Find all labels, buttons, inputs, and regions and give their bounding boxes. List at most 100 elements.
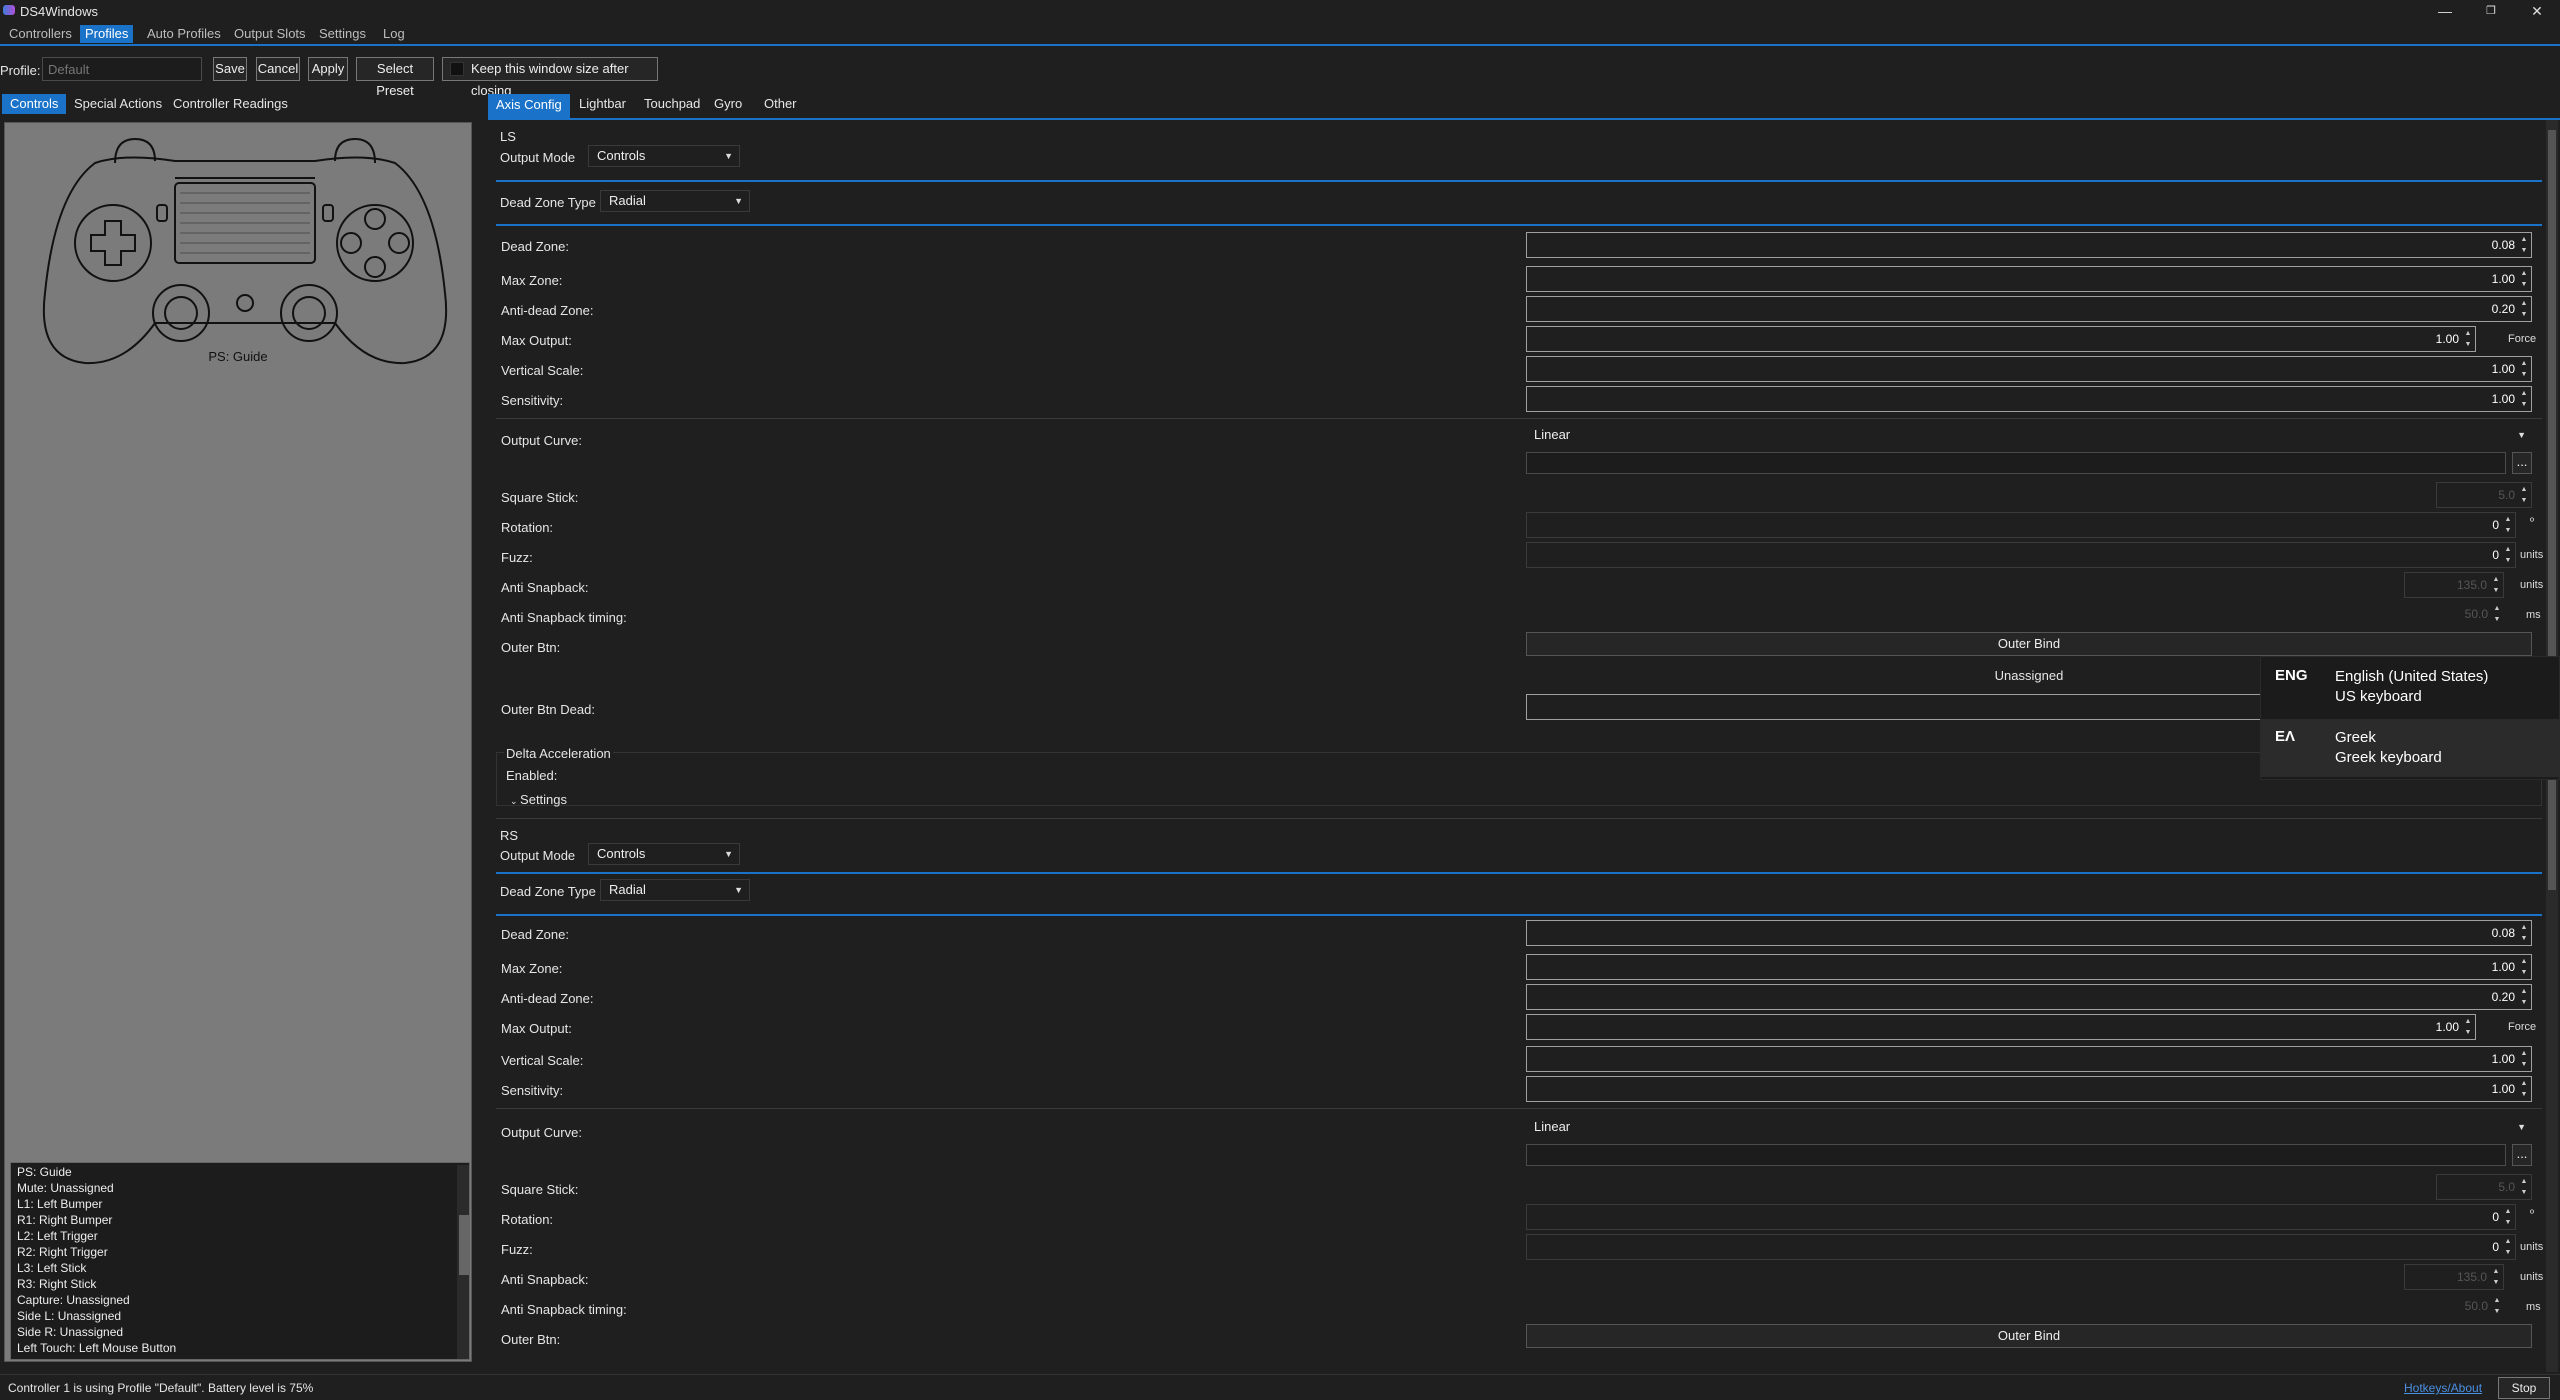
tab-special-actions[interactable]: Special Actions (66, 94, 170, 114)
spinner-icon[interactable]: ▲ ▼ (2491, 574, 2501, 596)
spinner-icon[interactable]: ▲ ▼ (2503, 1236, 2513, 1258)
spinner-icon[interactable]: ▲ ▼ (2463, 1016, 2473, 1038)
spinner-icon[interactable]: ▲ ▼ (2492, 1295, 2502, 1317)
list-item[interactable]: L2: Left Trigger (17, 1229, 98, 1243)
list-item[interactable]: Mute: Unassigned (17, 1181, 114, 1195)
list-item[interactable]: L3: Left Stick (17, 1261, 86, 1275)
restore-button[interactable]: ❐ (2468, 0, 2514, 22)
ls-fuzz-input[interactable]: 0 ▲ ▼ (1526, 542, 2516, 568)
ls-outer-bind-button[interactable]: Outer Bind (1526, 632, 2532, 656)
spinner-icon[interactable]: ▲ ▼ (2519, 1176, 2529, 1198)
ls-square-stick-input[interactable]: 5.0 ▲ ▼ (2436, 482, 2532, 508)
spinner-icon[interactable]: ▲ ▼ (2463, 328, 2473, 350)
delta-settings-expander[interactable]: ⌄ Settings (510, 792, 567, 807)
ls-vertical-scale-input[interactable]: 1.00 ▲ ▼ (1526, 356, 2532, 382)
spinner-icon[interactable]: ▲ ▼ (2491, 1266, 2501, 1288)
list-item[interactable]: R2: Right Trigger (17, 1245, 108, 1259)
spinner-icon[interactable]: ▲ ▼ (2519, 1048, 2529, 1070)
ls-output-mode-select[interactable]: Controls ▼ (588, 145, 740, 167)
ls-curve-editor-button[interactable]: ... (2512, 452, 2532, 474)
list-item[interactable]: Left Touch: Left Mouse Button (17, 1341, 176, 1355)
apply-button[interactable]: Apply (308, 57, 348, 81)
tab-lightbar[interactable]: Lightbar (571, 94, 634, 114)
list-item[interactable]: Side L: Unassigned (17, 1309, 121, 1323)
spinner-icon[interactable]: ▲ ▼ (2519, 484, 2529, 506)
spinner-icon[interactable]: ▲ ▼ (2519, 956, 2529, 978)
stop-button[interactable]: Stop (2498, 1377, 2550, 1399)
tab-controller-readings[interactable]: Controller Readings (165, 94, 296, 114)
spinner-icon[interactable]: ▲ ▼ (2503, 1206, 2513, 1228)
rs-vertical-scale-input[interactable]: 1.00 ▲ ▼ (1526, 1046, 2532, 1072)
select-preset-button[interactable]: Select Preset (356, 57, 434, 98)
ls-max-zone-input[interactable]: 1.00 ▲ ▼ (1526, 266, 2532, 292)
menu-profiles[interactable]: Profiles (80, 25, 134, 43)
tab-gyro[interactable]: Gyro (706, 94, 750, 114)
rs-curve-editor-button[interactable]: ... (2512, 1144, 2532, 1166)
keep-size-checkbox[interactable] (450, 62, 464, 76)
list-item[interactable]: PS: Guide (17, 1165, 72, 1179)
ls-custom-curve-input[interactable] (1526, 452, 2506, 474)
spinner-icon[interactable]: ▲ ▼ (2519, 986, 2529, 1008)
scrollbar-thumb[interactable] (459, 1215, 469, 1275)
spinner-icon[interactable]: ▲ ▼ (2503, 544, 2513, 566)
keep-size-toggle[interactable]: Keep this window size after closing (442, 57, 658, 98)
ls-dead-zone-type-select[interactable]: Radial ▼ (600, 190, 750, 212)
rs-output-mode-select[interactable]: Controls ▼ (588, 843, 740, 865)
list-item[interactable]: Capture: Unassigned (17, 1293, 130, 1307)
list-item[interactable]: L1: Left Bumper (17, 1197, 102, 1211)
rs-anti-snapback-input[interactable]: 135.0 ▲ ▼ (2404, 1264, 2504, 1290)
rs-max-output-input[interactable]: 1.00 ▲ ▼ (1526, 1014, 2476, 1040)
rs-anti-snapback-timing-input[interactable]: 50.0 ▲ ▼ (2414, 1294, 2504, 1320)
ls-sensitivity-input[interactable]: 1.00 ▲ ▼ (1526, 386, 2532, 412)
tab-controls[interactable]: Controls (2, 94, 67, 114)
binding-list[interactable]: PS: Guide Mute: Unassigned L1: Left Bump… (10, 1162, 470, 1360)
rs-max-zone-input[interactable]: 1.00 ▲ ▼ (1526, 954, 2532, 980)
menu-settings[interactable]: Settings (314, 25, 371, 43)
tab-other[interactable]: Other (756, 94, 805, 114)
profile-name-input[interactable] (42, 57, 202, 81)
list-item[interactable]: R1: Right Bumper (17, 1213, 112, 1227)
spinner-icon[interactable]: ▲ ▼ (2519, 234, 2529, 256)
rs-fuzz-input[interactable]: 0 ▲ ▼ (1526, 1234, 2516, 1260)
cancel-button[interactable]: Cancel (256, 57, 300, 81)
rs-force-checkbox-label[interactable]: Force (2508, 1021, 2536, 1033)
spinner-icon[interactable]: ▲ ▼ (2503, 514, 2513, 536)
rs-outer-bind-button[interactable]: Outer Bind (1526, 1324, 2532, 1348)
rs-rotation-input[interactable]: 0 ▲ ▼ (1526, 1204, 2516, 1230)
ls-anti-dead-zone-input[interactable]: 0.20 ▲ ▼ (1526, 296, 2532, 322)
tab-touchpad[interactable]: Touchpad (636, 94, 708, 114)
language-option-greek[interactable]: ΕΛ Greek Greek keyboard (2261, 719, 2560, 777)
spinner-icon[interactable]: ▲ ▼ (2519, 388, 2529, 410)
rs-square-stick-input[interactable]: 5.0 ▲ ▼ (2436, 1174, 2532, 1200)
list-item[interactable]: Side R: Unassigned (17, 1325, 123, 1339)
menu-auto-profiles[interactable]: Auto Profiles (142, 25, 226, 43)
list-scrollbar[interactable] (457, 1165, 469, 1359)
menu-controllers[interactable]: Controllers (4, 25, 77, 43)
language-option-english[interactable]: ENG English (United States) US keyboard (2261, 657, 2560, 715)
close-button[interactable]: ✕ (2514, 0, 2560, 22)
rs-dead-zone-type-select[interactable]: Radial ▼ (600, 879, 750, 901)
ls-rotation-input[interactable]: 0 ▲ ▼ (1526, 512, 2516, 538)
ls-output-curve-select[interactable]: Linear ▼ (1526, 425, 2532, 447)
rs-sensitivity-input[interactable]: 1.00 ▲ ▼ (1526, 1076, 2532, 1102)
rs-custom-curve-input[interactable] (1526, 1144, 2506, 1166)
menu-output-slots[interactable]: Output Slots (229, 25, 311, 43)
ls-anti-snapback-timing-input[interactable]: 50.0 ▲ ▼ (2414, 602, 2504, 628)
minimize-button[interactable]: — (2422, 0, 2468, 22)
rs-anti-dead-zone-input[interactable]: 0.20 ▲ ▼ (1526, 984, 2532, 1010)
spinner-icon[interactable]: ▲ ▼ (2519, 298, 2529, 320)
spinner-icon[interactable]: ▲ ▼ (2519, 358, 2529, 380)
ls-force-checkbox-label[interactable]: Force (2508, 333, 2536, 345)
rs-output-curve-select[interactable]: Linear ▼ (1526, 1117, 2532, 1139)
rs-dead-zone-input[interactable]: 0.08 ▲ ▼ (1526, 920, 2532, 946)
spinner-icon[interactable]: ▲ ▼ (2492, 603, 2502, 625)
hotkeys-about-link[interactable]: Hotkeys/About (2404, 1381, 2482, 1395)
list-item[interactable]: R3: Right Stick (17, 1277, 96, 1291)
spinner-icon[interactable]: ▲ ▼ (2519, 1078, 2529, 1100)
save-button[interactable]: Save (213, 57, 247, 81)
ls-dead-zone-input[interactable]: 0.08 ▲ ▼ (1526, 232, 2532, 258)
menu-log[interactable]: Log (378, 25, 410, 43)
spinner-icon[interactable]: ▲ ▼ (2519, 922, 2529, 944)
spinner-icon[interactable]: ▲ ▼ (2519, 268, 2529, 290)
ls-anti-snapback-input[interactable]: 135.0 ▲ ▼ (2404, 572, 2504, 598)
